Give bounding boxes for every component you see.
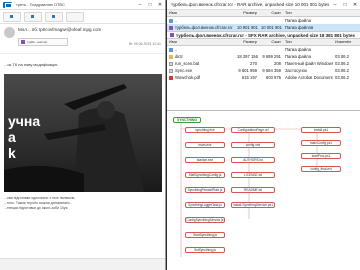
email-window-title: треть - Поздравляю ОТВС <box>16 2 65 7</box>
archive-path-bar: турбель.фол.вкенок.сfrcrar.rcr - SFX RAR… <box>167 31 360 39</box>
email-status-strip <box>0 258 165 270</box>
email-ribbon <box>0 10 165 24</box>
maximize-icon[interactable]: □ <box>340 2 350 8</box>
attachment-name: турбо...нап.rar <box>27 40 47 44</box>
email-body-line: ...ок TК на нову модифікацію. <box>4 62 59 67</box>
col-modified[interactable]: Изменён <box>333 39 360 45</box>
file-tree-diagram: SYNCTHING syncthing.exe mam.exe stanipe.ex… <box>167 110 360 270</box>
config-file-node: README.txt <box>231 187 275 193</box>
reply-button[interactable] <box>3 11 21 22</box>
script-file-node: SyncthingFirewallRule.js <box>185 187 225 193</box>
table-row[interactable]: Wowchok.pdf 615 197 603 975 Adobe Acrobat… <box>167 74 360 81</box>
email-titlebar: треть - Поздравляю ОТВС – □ ✕ <box>0 0 165 10</box>
diagram-root: SYNCTHING <box>173 117 201 123</box>
archive-icon <box>170 33 174 37</box>
folder-up-icon <box>169 19 173 23</box>
poster-word-1: учна <box>8 113 41 129</box>
forward-button[interactable] <box>45 11 63 22</box>
reply-all-button[interactable] <box>24 11 42 22</box>
archive-icon <box>169 26 173 30</box>
powershell-file-node: mainConfig.ps1 <box>301 140 341 146</box>
col-packed[interactable]: Сжат <box>259 39 283 45</box>
table-row[interactable]: .. Папка файла <box>167 17 360 24</box>
winrar-titlebar: турбель.фол.вкенок.сfrcrar.rcr - RAR arc… <box>167 0 360 10</box>
batch-file-icon <box>169 62 173 66</box>
config-file-node: LICENSE.txt <box>231 172 275 178</box>
soldier-photo <box>4 74 162 192</box>
pdf-file-icon <box>169 76 173 80</box>
sender-address: Мол... пб.трёсоvfmagwr@ofeaf.mpg.com <box>18 27 102 32</box>
col-type[interactable]: Тип <box>283 39 333 45</box>
script-file-node: SetSyncthing.js <box>185 247 225 253</box>
col-size[interactable]: Размер <box>235 10 259 16</box>
table-row[interactable]: Sync.exe 9 601 959 9 594 359 Застосунок 03… <box>167 67 360 74</box>
col-name[interactable]: Имя <box>167 39 235 45</box>
powershell-file-node: startProc.ps1 <box>301 153 341 159</box>
script-file-node: StartSyncthing.js <box>185 232 225 238</box>
email-header: Мол... пб.трёсоvfmagwr@ofeaf.mpg.com тур… <box>0 24 165 54</box>
archive-icon <box>21 40 25 44</box>
powershell-file-node: install.ps1 <box>301 127 341 133</box>
config-file-node: ConfigurationPage.url <box>231 127 275 133</box>
config-file-node: AUTHORS.txt <box>231 157 275 163</box>
exe-file-icon <box>169 69 173 73</box>
avatar <box>4 27 15 38</box>
column-headers: Имя Размер Сжат Тип Изменён <box>167 39 360 46</box>
script-file-node: StellSyncthingConfig.js <box>185 172 225 178</box>
maximize-icon[interactable]: □ <box>145 2 155 8</box>
minimize-icon[interactable]: – <box>330 2 340 8</box>
script-file-node: ConfigSyncthingService.js <box>185 217 225 223</box>
email-date: Вт 09.06.2025 12:41 <box>128 42 161 46</box>
top-column-headers: Имя Размер Сжат Тип <box>167 10 360 17</box>
email-footer-text: ...ови підготовки одночасно з тією пилюк… <box>4 196 76 210</box>
poster-word-2: а <box>8 129 16 145</box>
minimize-icon[interactable]: – <box>135 2 145 8</box>
folder-icon <box>169 55 173 59</box>
col-packed[interactable]: Сжат <box>259 10 283 16</box>
col-size[interactable]: Размер <box>235 39 259 45</box>
folder-up-icon <box>169 48 173 52</box>
poster-word-3: k <box>8 145 16 161</box>
attachment-chip[interactable]: турбо...нап.rar <box>18 38 68 46</box>
more-button[interactable] <box>66 11 84 22</box>
col-type[interactable]: Тип <box>283 10 333 16</box>
config-file-node: config.xml <box>231 142 275 148</box>
email-window: треть - Поздравляю ОТВС – □ ✕ Мол... пб.… <box>0 0 166 270</box>
col-extra[interactable] <box>333 10 360 16</box>
script-file-node: stanipe.exe <box>185 157 225 163</box>
winrar-window: турбель.фол.вкенок.сfrcrar.rcr - RAR arc… <box>167 0 360 110</box>
outlook-icon <box>3 2 12 8</box>
table-row[interactable]: dictr 18 297 156 9 699 291 Папка файла 03.… <box>167 53 360 60</box>
powershell-file-node: config_final.ext <box>301 166 341 172</box>
table-row[interactable]: run_scen.bat 270 208 Пакетный файл Window… <box>167 60 360 67</box>
close-icon[interactable]: ✕ <box>155 2 165 8</box>
script-file-node: SyncthingLoggerTask.js <box>185 202 225 208</box>
col-name[interactable]: Имя <box>167 10 235 16</box>
table-row[interactable]: .. Папка файла <box>167 46 360 53</box>
config-file-node: Install-SyncthingService.ps1 <box>231 202 275 208</box>
winrar-title: турбель.фол.вкенок.сfrcrar.rcr - RAR arc… <box>171 2 330 7</box>
email-poster-image: учна а k <box>4 74 162 192</box>
close-icon[interactable]: ✕ <box>350 2 360 8</box>
table-row[interactable]: турбель.фол.вкенок.сfrcrar.rcr 10 901 90… <box>167 24 360 31</box>
script-file-node: mam.exe <box>185 142 225 148</box>
script-file-node: syncthing.exe <box>185 127 225 133</box>
